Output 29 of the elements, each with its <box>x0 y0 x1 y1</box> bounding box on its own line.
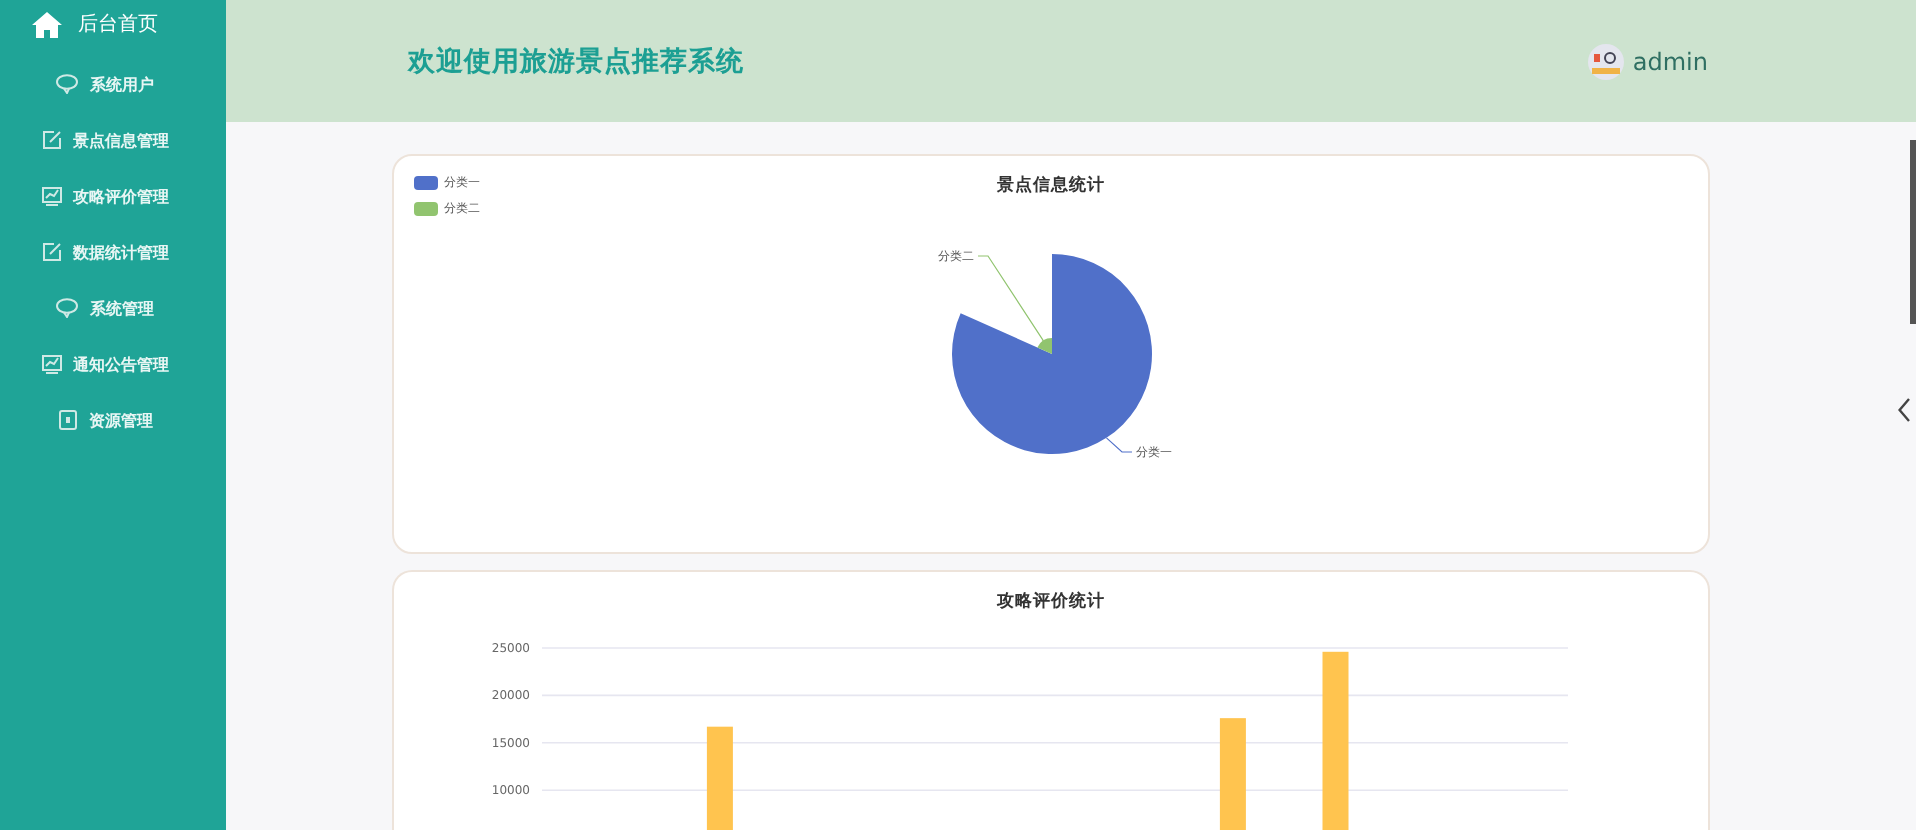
chevron-left-icon[interactable] <box>1898 398 1910 422</box>
sidebar-item[interactable]: 通知公告管理 <box>0 336 226 392</box>
document-icon <box>57 410 77 430</box>
sidebar-item[interactable]: 数据统计管理 <box>0 224 226 280</box>
scrollbar-thumb[interactable] <box>1910 140 1916 324</box>
pie-slice[interactable] <box>1037 338 1052 354</box>
username[interactable]: admin <box>1632 47 1708 75</box>
bar[interactable] <box>1322 651 1349 830</box>
chart-title: 攻略评价统计 <box>997 590 1105 614</box>
sidebar-item[interactable]: 攻略评价管理 <box>0 168 226 224</box>
sidebar-item[interactable]: 系统用户 <box>0 56 226 112</box>
chat-bubble-icon <box>56 298 78 318</box>
leader-line <box>977 255 1044 342</box>
home-icon <box>32 11 62 37</box>
monitor-chart-icon <box>41 186 61 206</box>
sidebar-item[interactable]: 景点信息管理 <box>0 112 226 168</box>
page-title: 欢迎使用旅游景点推荐系统 <box>408 43 744 79</box>
avatar-icon <box>1588 43 1625 79</box>
edit-icon <box>41 242 61 262</box>
edit-icon <box>41 130 61 150</box>
monitor-chart-icon <box>41 354 61 374</box>
sidebar-item[interactable]: 系统管理 <box>0 280 226 336</box>
bar[interactable] <box>706 726 733 830</box>
chat-bubble-icon <box>56 74 78 94</box>
chart-title: 景点信息统计 <box>997 174 1105 198</box>
bar[interactable] <box>1219 718 1246 830</box>
home-menu-item[interactable]: 后台首页 <box>0 0 226 42</box>
sidebar-item[interactable]: 资源管理 <box>0 392 226 448</box>
leader-line <box>1105 437 1133 453</box>
